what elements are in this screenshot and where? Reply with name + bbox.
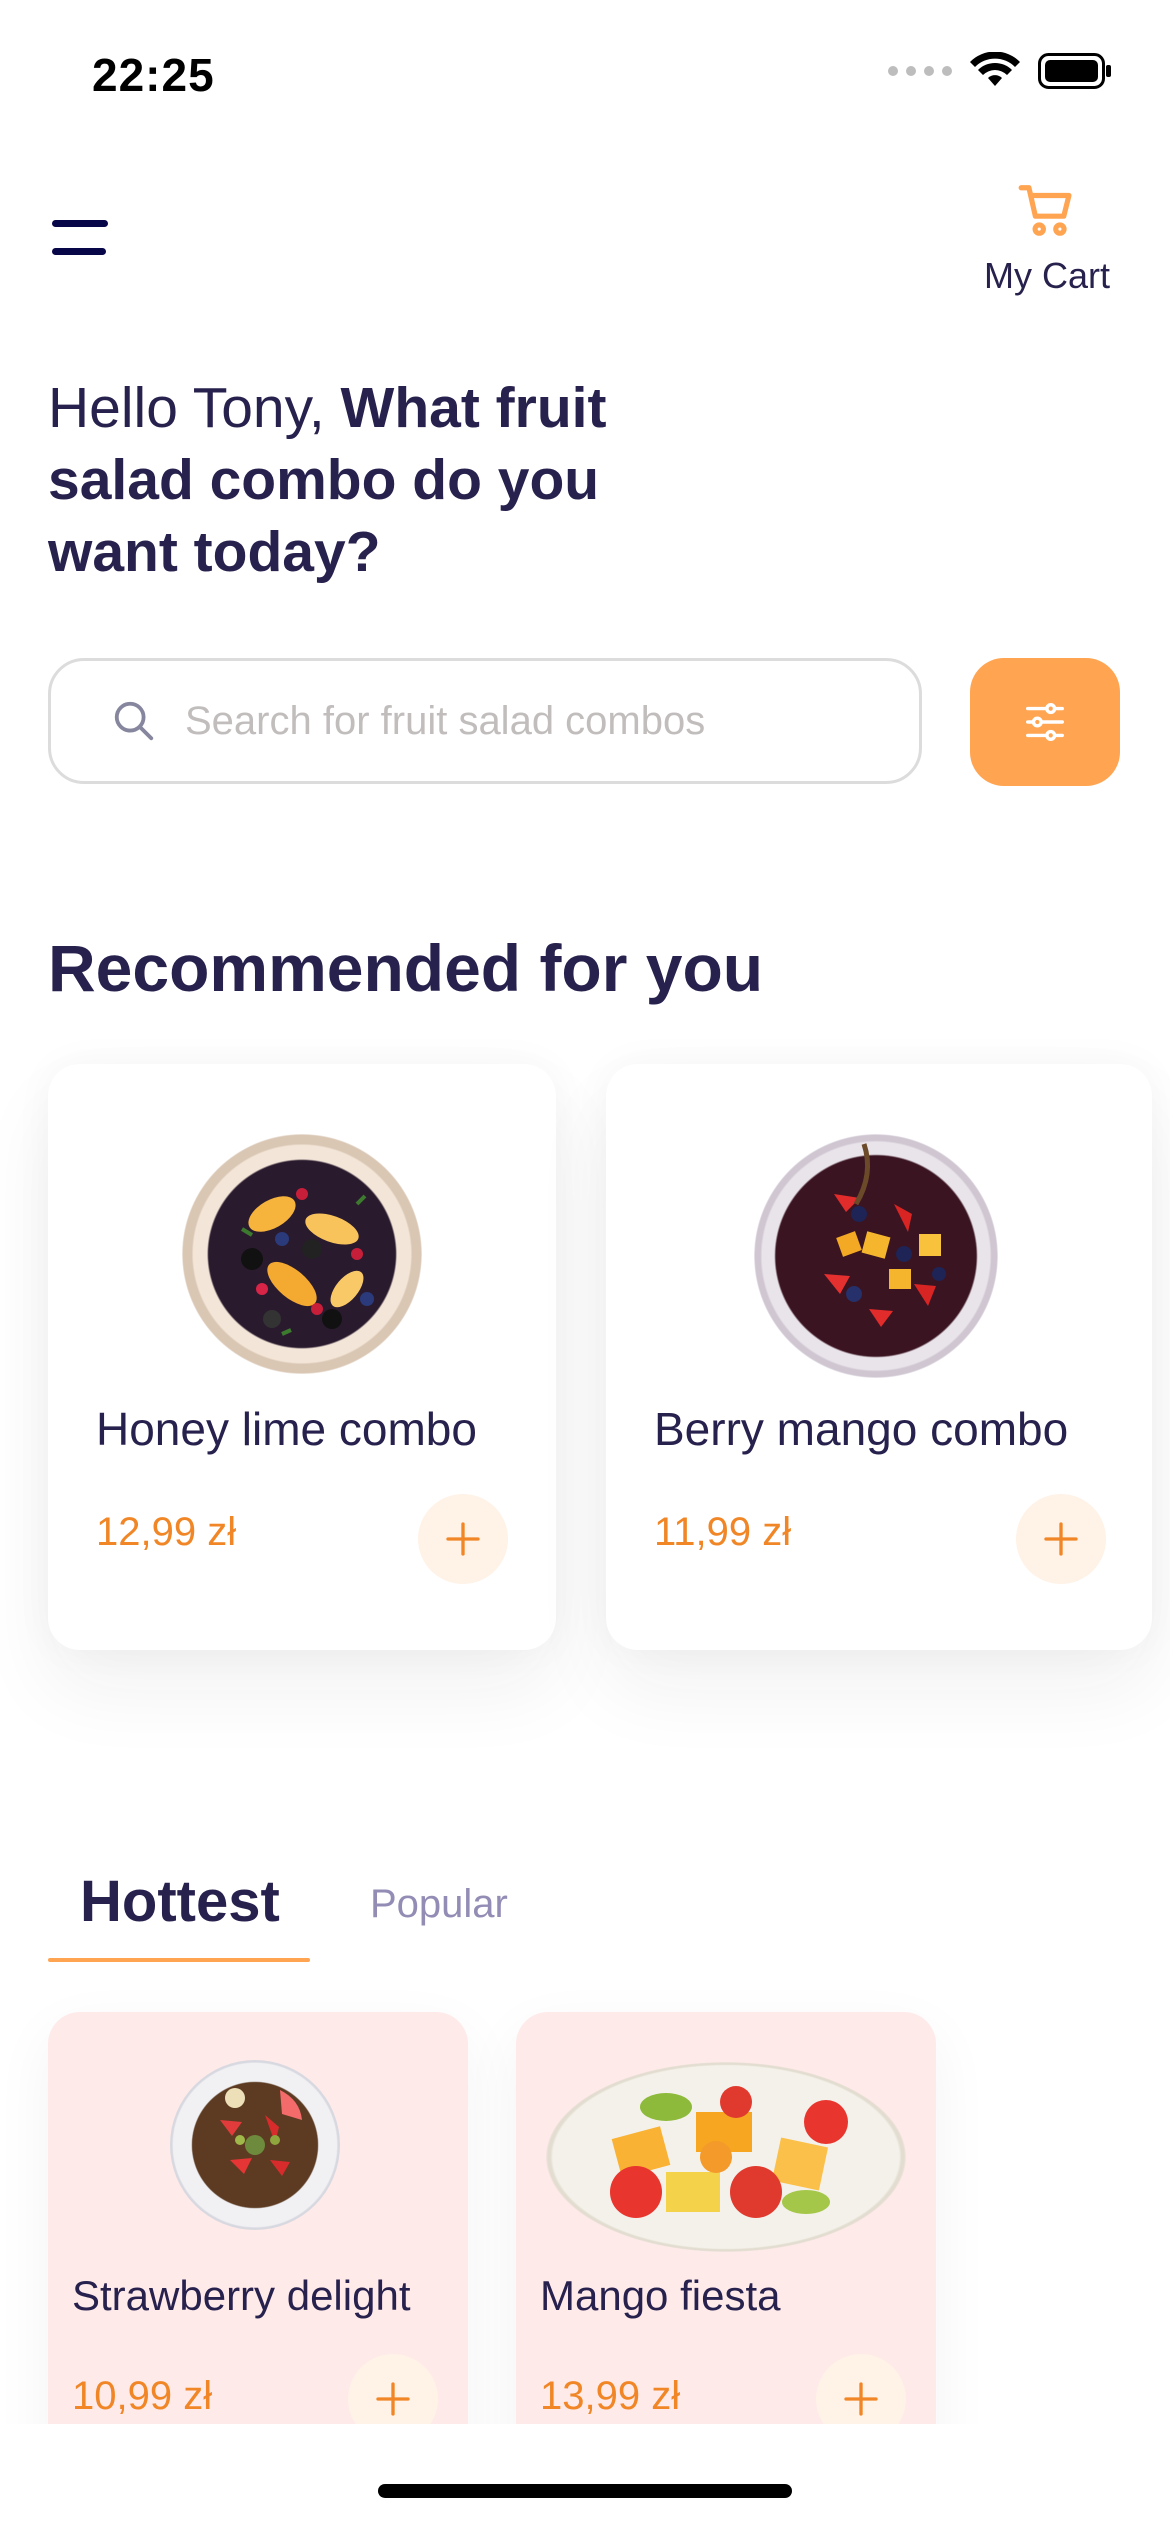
filter-button[interactable]: [970, 658, 1120, 786]
product-price: 11,99 zł: [654, 1510, 792, 1554]
plus-icon: [844, 2382, 878, 2416]
filter-sliders-icon: [1026, 703, 1064, 741]
greeting-heading: Hello Tony, What fruit salad combo do yo…: [48, 372, 688, 588]
cart-icon: [1018, 185, 1072, 236]
my-cart-button[interactable]: My Cart: [972, 180, 1122, 297]
status-time: 22:25: [92, 49, 215, 101]
bottom-safe-area: [0, 2424, 1170, 2532]
product-name: Strawberry delight: [72, 2272, 411, 2319]
product-name: Mango fiesta: [540, 2272, 781, 2319]
greeting-hello: Hello Tony,: [48, 376, 341, 440]
product-card-berry-mango[interactable]: Berry mango combo 11,99 zł: [606, 1064, 1152, 1650]
tab-hottest[interactable]: Hottest: [80, 1868, 280, 1935]
search-bar[interactable]: [48, 658, 922, 784]
product-card-honey-lime[interactable]: Honey lime combo 12,99 zł: [48, 1064, 556, 1650]
home-indicator[interactable]: [378, 2484, 792, 2498]
status-icons: [888, 52, 1112, 90]
wifi-icon: [970, 52, 1020, 86]
plus-icon: [376, 2382, 410, 2416]
cellular-signal-icon: [888, 66, 952, 76]
menu-icon[interactable]: [52, 218, 114, 258]
recommended-title: Recommended for you: [48, 931, 764, 1005]
search-icon: [114, 701, 154, 741]
product-price: 10,99 zł: [72, 2374, 213, 2418]
add-to-cart-button[interactable]: [418, 1494, 508, 1584]
plus-icon: [446, 1522, 480, 1556]
product-name: Honey lime combo: [96, 1403, 477, 1455]
plus-icon: [1044, 1522, 1078, 1556]
mango-fiesta-image: [546, 2062, 906, 2252]
product-name: Berry mango combo: [654, 1403, 1069, 1455]
add-to-cart-button[interactable]: [1016, 1494, 1106, 1584]
product-price: 13,99 zł: [540, 2374, 681, 2418]
berry-mango-image: [754, 1134, 998, 1378]
cart-label: My Cart: [984, 255, 1110, 296]
honey-lime-image: [182, 1134, 422, 1374]
tab-popular[interactable]: Popular: [370, 1882, 508, 1927]
strawberry-delight-image: [170, 2060, 340, 2230]
search-input[interactable]: [183, 697, 867, 745]
tab-active-indicator: [48, 1958, 310, 1962]
battery-icon: [1038, 53, 1111, 89]
product-price: 12,99 zł: [96, 1510, 237, 1554]
